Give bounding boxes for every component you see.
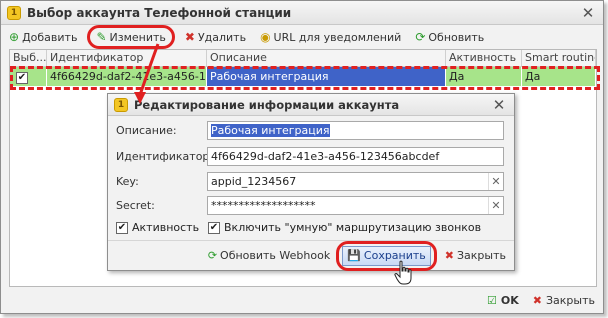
delete-button[interactable]: ✖ Удалить xyxy=(181,27,250,47)
1c-logo-icon: 1 xyxy=(114,97,128,112)
add-button[interactable]: ⊕ Добавить xyxy=(5,27,81,47)
key-field[interactable]: appid_1234567 ✕ xyxy=(207,171,504,191)
description-value: Рабочая интеграция xyxy=(211,123,330,137)
delete-label: Удалить xyxy=(197,30,247,44)
row-select-checkbox[interactable]: ✔ xyxy=(16,71,28,84)
identifier-row: Идентификатор: 4f66429d-daf2-41e3-a456-1… xyxy=(108,146,514,166)
refresh-icon: ⟳ xyxy=(415,30,426,44)
close-label: Закрыть xyxy=(546,293,595,307)
url-coin-icon: ◉ xyxy=(260,30,271,44)
check-icon: ☑ xyxy=(487,293,497,307)
close-button[interactable]: ✖ Закрыть xyxy=(533,294,595,307)
secret-value: ******************* xyxy=(211,198,316,212)
refresh-icon: ⟳ xyxy=(207,249,218,262)
identifier-field[interactable]: 4f66429d-daf2-41e3-a456-123456abcdef xyxy=(207,146,504,166)
row-identifier: 4f66429d-daf2-41e3-a456-123... xyxy=(47,67,207,86)
column-header-select[interactable]: Выб... xyxy=(10,50,47,66)
dialog-footer: ⟳ Обновить Webhook 💾 Сохранить ✖ Закрыть xyxy=(108,240,514,271)
dialog-title-bar: 1 Редактирование информации аккаунта ✕ xyxy=(108,94,514,116)
edit-account-dialog: 1 Редактирование информации аккаунта ✕ О… xyxy=(107,93,515,271)
plus-circle-icon: ⊕ xyxy=(9,30,20,44)
url-notifications-button[interactable]: ◉ URL для уведомлений xyxy=(256,27,405,47)
add-label: Добавить xyxy=(22,30,78,44)
floppy-icon: 💾 xyxy=(347,249,361,262)
save-label: Сохранить xyxy=(363,249,426,262)
save-highlight-annotation: 💾 Сохранить xyxy=(336,240,437,271)
description-field[interactable]: Рабочая интеграция xyxy=(207,120,504,140)
identifier-label: Идентификатор: xyxy=(116,149,214,163)
key-value: appid_1234567 xyxy=(211,174,297,188)
active-checkbox[interactable]: ✔ xyxy=(116,221,128,234)
key-label: Key: xyxy=(116,174,139,188)
identifier-value: 4f66429d-daf2-41e3-a456-123456abcdef xyxy=(211,149,440,163)
column-header-active[interactable]: Активность xyxy=(446,50,522,66)
save-button[interactable]: 💾 Сохранить xyxy=(342,245,431,266)
secret-field[interactable]: ******************* ✕ xyxy=(207,195,504,215)
title-bar: 1 Выбор аккаунта Телефонной станции ✕ xyxy=(1,1,603,25)
active-checkbox-label: Активность xyxy=(132,221,200,234)
table-row[interactable]: ✔ 4f66429d-daf2-41e3-a456-123... Рабочая… xyxy=(10,67,596,86)
dialog-close-label: Закрыть xyxy=(457,249,506,262)
ok-label: OK xyxy=(500,293,519,307)
smart-routing-checkbox-row[interactable]: ✔ Включить "умную" маршрутизацию звонков xyxy=(208,221,481,234)
dialog-close-button[interactable]: ✖ Закрыть xyxy=(445,249,506,262)
key-row: Key: appid_1234567 ✕ xyxy=(108,171,514,191)
refresh-webhook-button[interactable]: ⟳ Обновить Webhook xyxy=(208,249,330,262)
description-label: Описание: xyxy=(116,123,177,137)
smart-routing-checkbox-label: Включить "умную" маршрутизацию звонков xyxy=(224,221,482,234)
secret-clear-icon[interactable]: ✕ xyxy=(488,196,503,214)
description-row: Описание: Рабочая интеграция xyxy=(108,120,514,140)
column-header-description[interactable]: Описание xyxy=(207,50,446,66)
close-icon: ✖ xyxy=(444,249,454,262)
smart-routing-checkbox[interactable]: ✔ xyxy=(208,221,220,234)
edit-label: Изменить xyxy=(109,30,166,44)
pencil-icon: ✎ xyxy=(96,30,107,44)
refresh-button[interactable]: ⟳ Обновить xyxy=(411,27,488,47)
close-icon[interactable]: ✕ xyxy=(579,4,597,22)
active-checkbox-row[interactable]: ✔ Активность xyxy=(116,221,199,234)
secret-row: Secret: ******************* ✕ xyxy=(108,195,514,215)
column-header-identifier[interactable]: Идентификатор xyxy=(47,50,207,66)
ok-button[interactable]: ☑ OK xyxy=(487,294,519,307)
refresh-label: Обновить xyxy=(428,30,485,44)
row-select-cell[interactable]: ✔ xyxy=(10,67,47,86)
red-x-icon: ✖ xyxy=(184,30,195,44)
row-description: Рабочая интеграция xyxy=(207,67,446,86)
row-active: Да xyxy=(446,67,522,86)
url-label: URL для уведомлений xyxy=(273,30,402,44)
dialog-close-icon[interactable]: ✕ xyxy=(490,96,508,114)
edit-button[interactable]: ✎ Изменить xyxy=(87,25,175,49)
1c-logo-icon: 1 xyxy=(7,5,21,20)
secret-label: Secret: xyxy=(116,198,155,212)
close-icon: ✖ xyxy=(532,293,542,307)
bottom-bar: ☑ OK ✖ Закрыть xyxy=(1,287,603,313)
toolbar: ⊕ Добавить ✎ Изменить ✖ Удалить ◉ URL дл… xyxy=(1,25,603,49)
refresh-webhook-label: Обновить Webhook xyxy=(220,249,331,262)
key-clear-icon[interactable]: ✕ xyxy=(488,172,503,190)
dialog-title: Редактирование информации аккаунта xyxy=(134,97,400,112)
window-title: Выбор аккаунта Телефонной станции xyxy=(27,5,292,20)
column-header-smart-routing[interactable]: Smart routing xyxy=(522,50,596,66)
table-header: Выб... Идентификатор Описание Активность… xyxy=(10,50,596,67)
row-smart-routing: Да xyxy=(522,67,596,86)
